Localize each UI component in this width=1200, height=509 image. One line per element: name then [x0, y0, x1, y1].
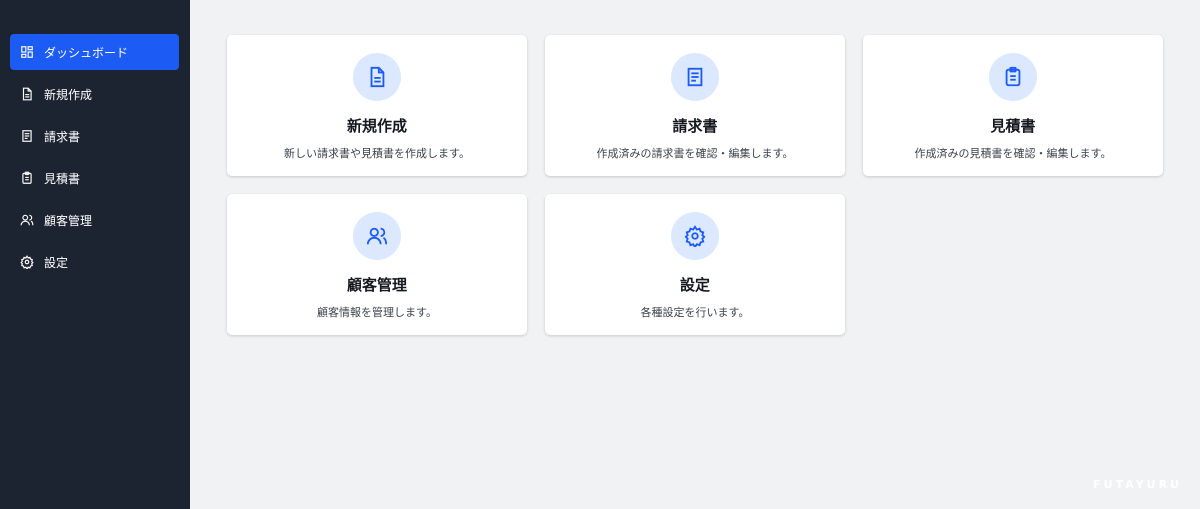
- card-quotes[interactable]: 見積書 作成済みの見積書を確認・編集します。: [863, 35, 1163, 176]
- sidebar-item-label: 顧客管理: [44, 213, 93, 228]
- card-title: 設定: [679, 276, 710, 294]
- gear-icon: [20, 255, 34, 269]
- sidebar: ダッシュボード 新規作成 請求書 見積書 顧客管理 設定: [0, 0, 190, 509]
- clipboard-icon: [20, 171, 34, 185]
- gear-icon: [671, 212, 719, 260]
- card-description: 作成済みの請求書を確認・編集します。: [596, 147, 794, 160]
- card-settings[interactable]: 設定 各種設定を行います。: [545, 194, 845, 335]
- document-icon: [20, 87, 34, 101]
- sidebar-item-dashboard[interactable]: ダッシュボード: [10, 34, 179, 70]
- card-description: 顧客情報を管理します。: [317, 306, 437, 319]
- card-description: 作成済みの見積書を確認・編集します。: [914, 147, 1112, 160]
- sidebar-item-settings[interactable]: 設定: [10, 244, 179, 280]
- receipt-icon: [671, 53, 719, 101]
- main-content: 新規作成 新しい請求書や見積書を作成します。 請求書 作成済みの請求書を確認・編…: [190, 0, 1200, 509]
- card-new[interactable]: 新規作成 新しい請求書や見積書を作成します。: [227, 35, 527, 176]
- sidebar-item-label: 新規作成: [44, 87, 93, 102]
- users-icon: [20, 213, 34, 227]
- card-title: 見積書: [990, 117, 1036, 135]
- sidebar-item-invoices[interactable]: 請求書: [10, 118, 179, 154]
- sidebar-item-new[interactable]: 新規作成: [10, 76, 179, 112]
- sidebar-item-label: ダッシュボード: [44, 45, 129, 60]
- card-description: 新しい請求書や見積書を作成します。: [284, 147, 470, 160]
- sidebar-item-label: 請求書: [44, 129, 81, 144]
- sidebar-item-label: 見積書: [44, 171, 81, 186]
- users-icon: [353, 212, 401, 260]
- clipboard-icon: [989, 53, 1037, 101]
- card-title: 顧客管理: [346, 276, 407, 294]
- receipt-icon: [20, 129, 34, 143]
- watermark: FUTAYURU: [1093, 478, 1182, 491]
- card-title: 請求書: [672, 117, 718, 135]
- card-invoices[interactable]: 請求書 作成済みの請求書を確認・編集します。: [545, 35, 845, 176]
- sidebar-item-label: 設定: [44, 255, 69, 270]
- document-icon: [353, 53, 401, 101]
- dashboard-icon: [20, 45, 34, 59]
- card-title: 新規作成: [346, 117, 407, 135]
- card-description: 各種設定を行います。: [640, 306, 750, 319]
- card-customers[interactable]: 顧客管理 顧客情報を管理します。: [227, 194, 527, 335]
- sidebar-item-quotes[interactable]: 見積書: [10, 160, 179, 196]
- sidebar-item-customers[interactable]: 顧客管理: [10, 202, 179, 238]
